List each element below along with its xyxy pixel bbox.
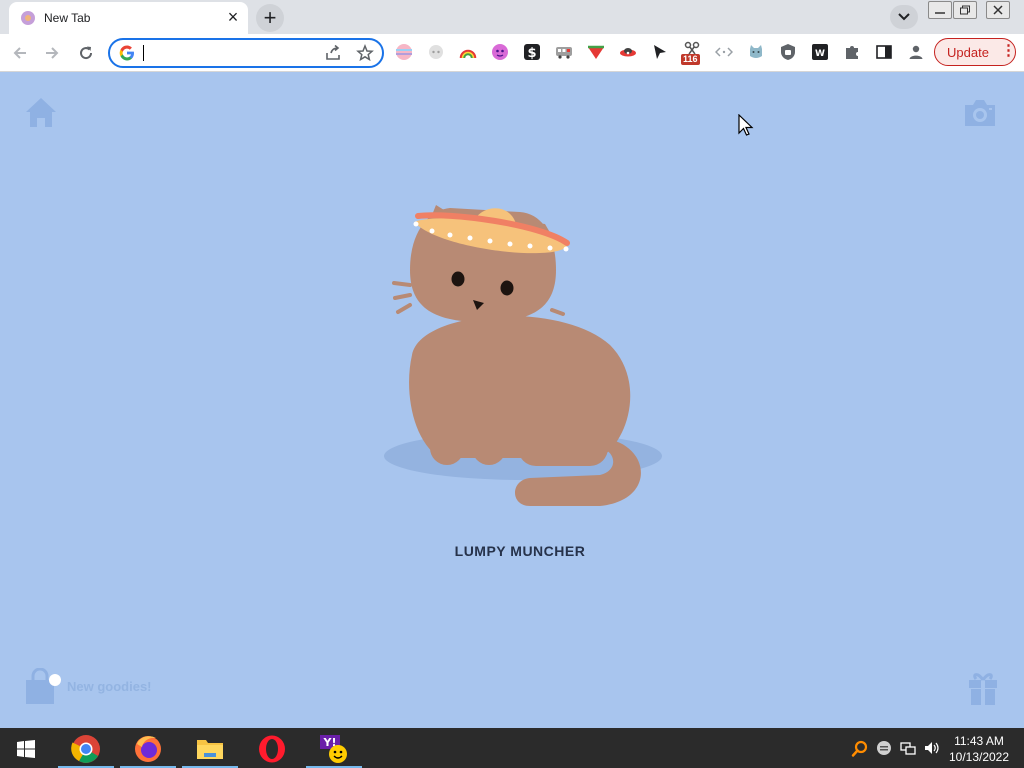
chrome-icon bbox=[71, 735, 100, 763]
forward-arrow-icon bbox=[46, 47, 59, 59]
close-window-button[interactable] bbox=[986, 1, 1010, 19]
minimize-button[interactable] bbox=[928, 1, 952, 19]
clock-time[interactable]: 11:43 AM bbox=[944, 734, 1014, 748]
cursor-ext-icon[interactable] bbox=[651, 43, 669, 61]
puzzle-ext-icon[interactable] bbox=[843, 43, 861, 61]
tab-close-icon[interactable]: × bbox=[223, 7, 243, 27]
taskbar-yahoo-messenger[interactable]: Y! bbox=[306, 732, 362, 768]
update-button[interactable]: Update ⋮ bbox=[934, 38, 1016, 66]
google-icon bbox=[119, 45, 134, 61]
gift-icon[interactable] bbox=[966, 668, 1000, 706]
chat-tray-icon[interactable] bbox=[876, 740, 892, 756]
extension-badge: 116 bbox=[681, 54, 700, 65]
browser-toolbar: $ 116 W Update ⋮ bbox=[0, 34, 1024, 72]
reload-icon bbox=[80, 46, 93, 60]
new-goodies-label[interactable]: New goodies! bbox=[67, 679, 152, 694]
search-tray-icon[interactable] bbox=[851, 740, 869, 758]
tab-title: New Tab bbox=[44, 11, 91, 25]
cat-favicon-icon bbox=[21, 11, 35, 25]
update-label: Update bbox=[947, 45, 989, 60]
yahoo-messenger-icon: Y! bbox=[320, 735, 347, 763]
taskbar-file-explorer[interactable] bbox=[182, 732, 238, 768]
bus-ext-icon[interactable] bbox=[555, 43, 573, 61]
cat-illustration[interactable] bbox=[380, 190, 660, 520]
network-icon[interactable] bbox=[900, 740, 916, 756]
close-icon bbox=[993, 5, 1003, 15]
new-tab-button[interactable]: + bbox=[256, 4, 284, 32]
forward-button[interactable] bbox=[40, 41, 64, 65]
svg-text:W: W bbox=[815, 49, 825, 59]
text-caret bbox=[143, 45, 144, 61]
rainbow-ext-icon[interactable] bbox=[395, 43, 413, 61]
browser-titlebar: New Tab × + bbox=[0, 0, 1024, 34]
windows-taskbar: Y! bbox=[0, 728, 1024, 768]
file-explorer-icon bbox=[197, 740, 223, 759]
pale-ext-icon[interactable] bbox=[427, 43, 445, 61]
code-ext-icon[interactable] bbox=[715, 43, 733, 61]
address-bar[interactable] bbox=[108, 38, 384, 68]
back-arrow-icon bbox=[13, 47, 26, 59]
shopping-bag-icon[interactable] bbox=[24, 668, 64, 706]
mouse-cursor-icon bbox=[738, 114, 754, 136]
bookmark-star-icon[interactable] bbox=[356, 44, 374, 62]
chevron-down-icon bbox=[898, 13, 910, 21]
restore-button[interactable] bbox=[953, 1, 977, 19]
more-menu-icon[interactable]: ⋮ bbox=[1001, 43, 1016, 59]
taskbar-chrome[interactable] bbox=[58, 732, 114, 768]
rainbow-arc-ext-icon[interactable] bbox=[459, 43, 477, 61]
opera-icon bbox=[259, 735, 285, 763]
camera-icon[interactable] bbox=[962, 96, 998, 130]
ublock-ext-icon[interactable]: W bbox=[811, 43, 829, 61]
tab-search-button[interactable] bbox=[890, 5, 918, 29]
volume-icon[interactable] bbox=[924, 740, 940, 756]
shield-ext-icon[interactable] bbox=[779, 43, 797, 61]
share-icon[interactable] bbox=[324, 44, 342, 62]
home-icon[interactable] bbox=[24, 96, 58, 130]
taskbar-opera[interactable] bbox=[244, 732, 300, 768]
clock-date[interactable]: 10/13/2022 bbox=[944, 750, 1014, 764]
dollar-ext-icon[interactable]: $ bbox=[523, 43, 541, 61]
cat-ext-icon[interactable] bbox=[747, 43, 765, 61]
taskbar-firefox[interactable] bbox=[120, 732, 176, 768]
restore-icon bbox=[960, 5, 970, 15]
cat-name-label: LUMPY MUNCHER bbox=[454, 543, 586, 559]
sidepanel-icon[interactable] bbox=[875, 43, 893, 61]
tab-new-tab[interactable]: New Tab × bbox=[9, 2, 248, 34]
minimize-icon bbox=[935, 12, 945, 14]
back-button[interactable] bbox=[8, 41, 32, 65]
reload-button[interactable] bbox=[74, 41, 98, 65]
ufo-ext-icon[interactable] bbox=[619, 43, 637, 61]
profile-icon[interactable] bbox=[907, 43, 925, 61]
svg-text:$: $ bbox=[527, 46, 536, 61]
firefox-icon bbox=[135, 736, 161, 762]
watermelon-ext-icon[interactable] bbox=[587, 43, 605, 61]
windows-start-icon[interactable] bbox=[16, 739, 36, 759]
pink-ext-icon[interactable] bbox=[491, 43, 509, 61]
